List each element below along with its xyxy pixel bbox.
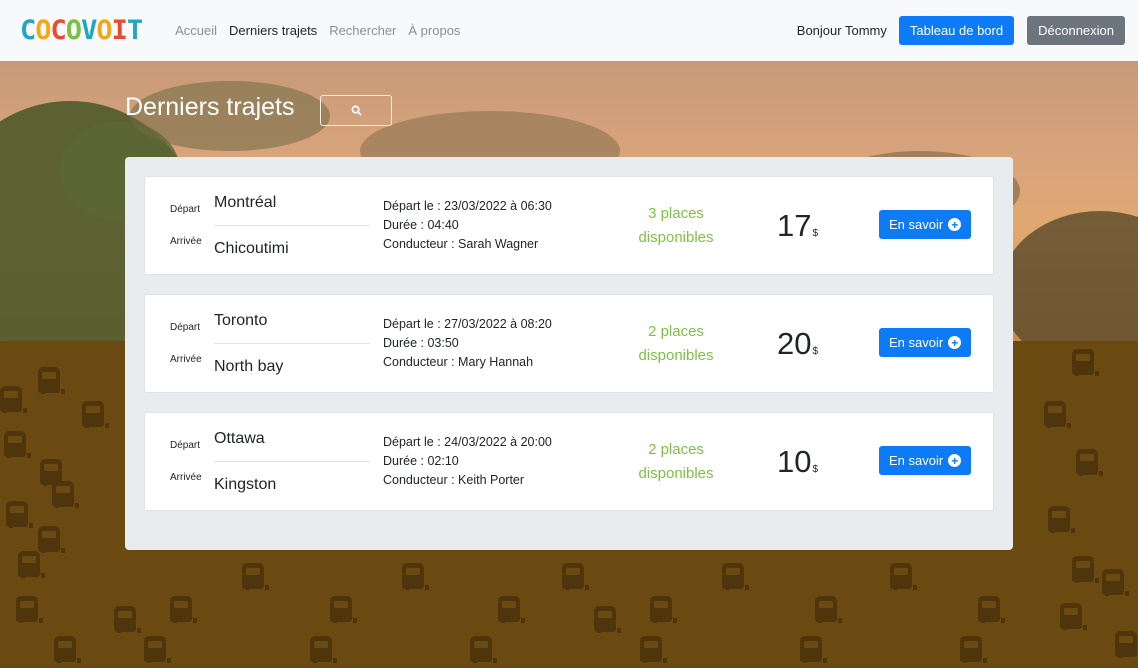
user-greeting: Bonjour Tommy (796, 23, 887, 38)
divider (214, 225, 370, 226)
logo-letter: C (50, 15, 67, 46)
available-seats: 2 places disponibles (615, 438, 737, 486)
departure-city: Ottawa (214, 430, 265, 447)
seats-label: disponibles (638, 465, 714, 482)
departure-label: Départ (170, 204, 201, 215)
logo-letter: C (20, 15, 36, 46)
arrival-city: North bay (214, 358, 284, 375)
logo-letter: O (35, 15, 51, 46)
trip-card: Départ Arrivée Montréal Chicoutimi Dépar… (144, 176, 994, 275)
more-info-button[interactable]: En savoir + (879, 328, 972, 357)
price-value: 10 (777, 444, 812, 479)
trip-duration: Durée : 03:50 (383, 336, 459, 350)
trip-duration: Durée : 02:10 (383, 454, 459, 468)
more-info-button[interactable]: En savoir + (879, 446, 972, 475)
seats-label: disponibles (638, 229, 714, 246)
seats-count: 2 places (648, 323, 704, 340)
trip-driver: Conducteur : Mary Hannah (383, 355, 534, 369)
trip-info: Départ le : 27/03/2022 à 08:20 Durée : 0… (383, 315, 552, 372)
arrival-city: Chicoutimi (214, 240, 289, 257)
nav-links: Accueil Derniers trajets Rechercher À pr… (169, 23, 466, 38)
departure-city: Montréal (214, 194, 277, 211)
currency-symbol: $ (812, 228, 819, 239)
departure-time: Départ le : 24/03/2022 à 20:00 (383, 435, 552, 449)
nav-link-a-propos[interactable]: À propos (402, 23, 466, 38)
departure-label: Départ (170, 440, 201, 451)
departure-city: Toronto (214, 312, 268, 329)
plus-circle-icon: + (948, 336, 962, 349)
seats-count: 2 places (648, 441, 704, 458)
logo-letter: V (81, 15, 97, 46)
nav-link-accueil[interactable]: Accueil (169, 23, 223, 38)
trip-driver: Conducteur : Sarah Wagner (383, 237, 539, 251)
more-info-label: En savoir (889, 217, 944, 232)
available-seats: 3 places disponibles (615, 202, 737, 250)
arrival-city: Kingston (214, 476, 277, 493)
logout-button[interactable]: Déconnexion (1027, 16, 1125, 45)
more-info-label: En savoir (889, 453, 944, 468)
trip-duration: Durée : 04:40 (383, 218, 459, 232)
price-value: 20 (777, 326, 812, 361)
currency-symbol: $ (812, 464, 819, 475)
nav-link-derniers-trajets[interactable]: Derniers trajets (223, 23, 323, 38)
trip-price: 17$ (777, 208, 818, 244)
departure-label: Départ (170, 322, 201, 333)
price-value: 17 (777, 208, 812, 243)
trip-info: Départ le : 24/03/2022 à 20:00 Durée : 0… (383, 433, 552, 490)
seats-label: disponibles (638, 347, 714, 364)
trips-panel: Départ Arrivée Montréal Chicoutimi Dépar… (125, 157, 1013, 550)
nav-user-area: Bonjour Tommy Tableau de bord Déconnexio… (797, 16, 1125, 45)
brand-logo[interactable]: COCOVOIT (20, 15, 143, 46)
more-info-button[interactable]: En savoir + (879, 210, 972, 239)
trip-card: Départ Arrivée Ottawa Kingston Départ le… (144, 412, 994, 511)
arrival-label: Arrivée (170, 236, 202, 247)
more-info-label: En savoir (889, 335, 944, 350)
logo-letter: T (126, 15, 143, 46)
seats-count: 3 places (648, 205, 704, 222)
trip-info: Départ le : 23/03/2022 à 06:30 Durée : 0… (383, 197, 552, 254)
dashboard-button[interactable]: Tableau de bord (898, 16, 1015, 45)
navbar: COCOVOIT Accueil Derniers trajets Recher… (0, 0, 1138, 61)
trip-price: 10$ (777, 444, 818, 480)
page-title: Derniers trajets (125, 93, 295, 121)
departure-time: Départ le : 23/03/2022 à 06:30 (383, 199, 552, 213)
trip-price: 20$ (777, 326, 818, 362)
trip-card: Départ Arrivée Toronto North bay Départ … (144, 294, 994, 393)
plus-circle-icon: + (948, 218, 962, 231)
nav-link-rechercher[interactable]: Rechercher (323, 23, 402, 38)
divider (214, 343, 370, 344)
logo-letter: I (111, 15, 128, 46)
search-input[interactable] (320, 95, 392, 126)
available-seats: 2 places disponibles (615, 320, 737, 368)
plus-circle-icon: + (948, 454, 962, 467)
divider (214, 461, 370, 462)
search-icon (351, 105, 362, 116)
trip-driver: Conducteur : Keith Porter (383, 473, 525, 487)
arrival-label: Arrivée (170, 354, 202, 365)
logo-letter: O (96, 15, 112, 46)
logo-letter: O (65, 15, 82, 46)
arrival-label: Arrivée (170, 472, 202, 483)
departure-time: Départ le : 27/03/2022 à 08:20 (383, 317, 552, 331)
currency-symbol: $ (812, 346, 819, 357)
